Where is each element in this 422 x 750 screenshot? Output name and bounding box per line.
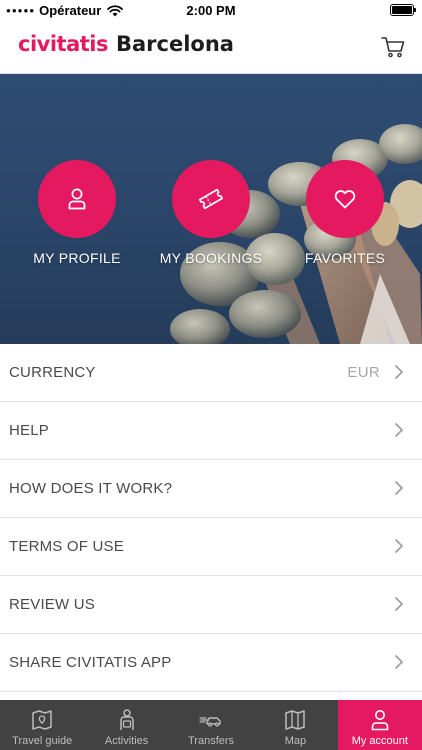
profile-circle bbox=[38, 160, 116, 238]
tab-my-account[interactable]: My account bbox=[337, 700, 422, 750]
tab-label: Map bbox=[284, 735, 307, 747]
menu-item-share[interactable]: SHARE CIVITATIS APP bbox=[0, 634, 422, 692]
brand: civitatis Barcelona bbox=[18, 32, 234, 56]
status-bar: ●●●●● Opérateur 2:00 PM bbox=[0, 0, 422, 22]
heart-icon bbox=[334, 190, 356, 209]
chevron-right-icon bbox=[395, 655, 403, 669]
chevron-right-icon bbox=[395, 423, 403, 437]
tab-label: Travel guide bbox=[12, 735, 73, 747]
favorites-button[interactable]: FAVORITES bbox=[275, 160, 415, 266]
ticket-icon bbox=[198, 188, 224, 210]
hero-banner: MY PROFILE MY BOOKINGS FAVORITES bbox=[0, 74, 422, 344]
menu-item-label: HELP bbox=[9, 422, 49, 439]
user-icon bbox=[371, 710, 389, 731]
chevron-right-icon bbox=[395, 539, 403, 553]
map-book-icon bbox=[32, 710, 52, 730]
user-icon bbox=[68, 188, 86, 210]
chevron-right-icon bbox=[395, 365, 403, 379]
my-bookings-button[interactable]: MY BOOKINGS bbox=[141, 160, 281, 266]
civitatis-logo: civitatis bbox=[18, 32, 108, 56]
menu-item-currency[interactable]: CURRENCY EUR bbox=[0, 344, 422, 402]
city-title: Barcelona bbox=[115, 32, 234, 56]
map-icon bbox=[285, 710, 306, 730]
menu-item-how-it-works[interactable]: HOW DOES IT WORK? bbox=[0, 460, 422, 518]
account-menu: CURRENCY EUR HELP HOW DOES IT WORK? TERM… bbox=[0, 344, 422, 692]
favorites-label: FAVORITES bbox=[304, 250, 386, 266]
guide-person-icon bbox=[119, 709, 134, 730]
bookings-circle bbox=[172, 160, 250, 238]
my-profile-button[interactable]: MY PROFILE bbox=[7, 160, 147, 266]
menu-item-label: TERMS OF USE bbox=[9, 538, 124, 555]
tab-label: Transfers bbox=[187, 735, 235, 747]
menu-item-label: HOW DOES IT WORK? bbox=[9, 480, 173, 497]
my-bookings-label: MY BOOKINGS bbox=[159, 250, 263, 266]
currency-value: EUR bbox=[347, 364, 380, 381]
favorites-circle bbox=[306, 160, 384, 238]
cart-icon[interactable] bbox=[380, 34, 406, 60]
menu-item-label: SHARE CIVITATIS APP bbox=[9, 654, 172, 671]
tab-label: My account bbox=[351, 735, 408, 747]
tab-bar: Travel guide Activities Transfers Map My… bbox=[0, 700, 422, 750]
tab-map[interactable]: Map bbox=[253, 700, 337, 750]
menu-item-terms[interactable]: TERMS OF USE bbox=[0, 518, 422, 576]
tab-travel-guide[interactable]: Travel guide bbox=[0, 700, 84, 750]
status-time: 2:00 PM bbox=[186, 3, 236, 18]
app-header: civitatis Barcelona bbox=[0, 22, 422, 74]
transfer-car-icon bbox=[199, 717, 221, 727]
my-profile-label: MY PROFILE bbox=[33, 250, 121, 266]
tab-transfers[interactable]: Transfers bbox=[169, 700, 253, 750]
menu-item-label: REVIEW US bbox=[9, 596, 95, 613]
chevron-right-icon bbox=[395, 597, 403, 611]
menu-item-label: CURRENCY bbox=[9, 364, 96, 381]
menu-item-help[interactable]: HELP bbox=[0, 402, 422, 460]
tab-label: Activities bbox=[104, 735, 149, 747]
tab-activities[interactable]: Activities bbox=[84, 700, 168, 750]
chevron-right-icon bbox=[395, 481, 403, 495]
menu-item-review[interactable]: REVIEW US bbox=[0, 576, 422, 634]
battery-icon bbox=[390, 4, 416, 16]
